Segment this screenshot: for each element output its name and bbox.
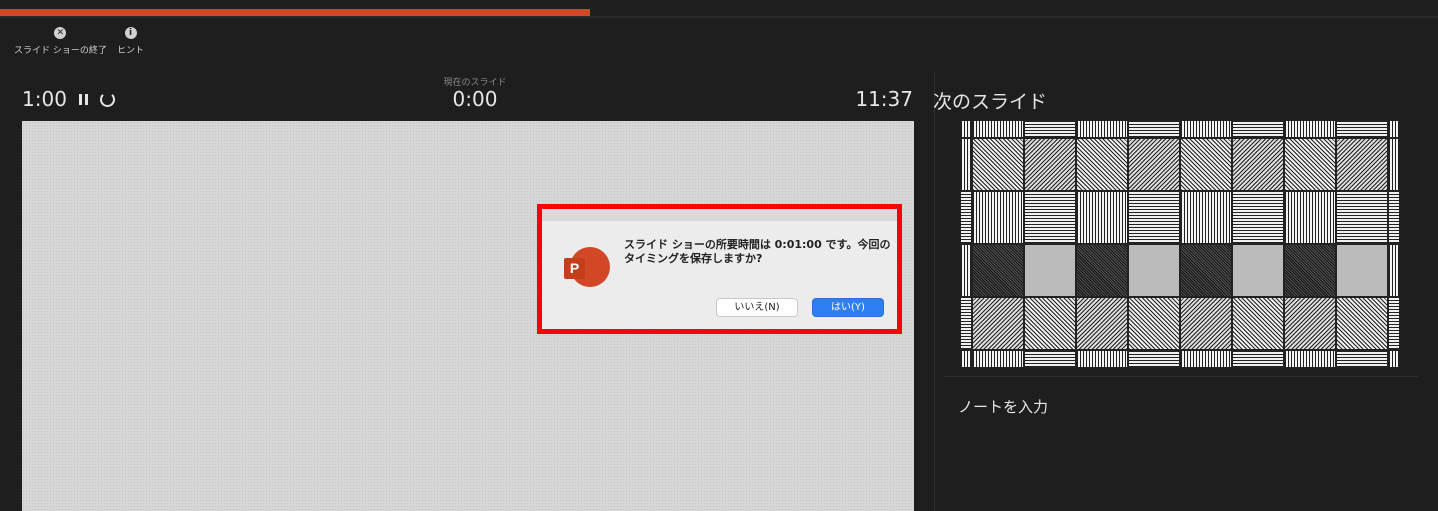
elapsed-timer: 1:00 — [22, 87, 115, 111]
next-slide-thumbnail[interactable] — [960, 120, 1400, 368]
toolbar-divider — [0, 16, 1438, 18]
close-circle-icon: ✕ — [54, 27, 67, 39]
powerpoint-app-icon: P — [564, 247, 610, 293]
panel-divider — [934, 72, 935, 511]
no-button[interactable]: いいえ(N) — [716, 298, 798, 317]
dialog-titlebar — [542, 209, 897, 221]
pause-icon[interactable] — [78, 91, 88, 107]
clock: 11:37 — [855, 87, 913, 111]
info-icon: i — [124, 27, 137, 39]
notes-input[interactable]: ノートを入力 — [958, 396, 1048, 417]
next-slide-pattern — [960, 120, 1400, 368]
end-slideshow-button[interactable]: ✕ スライド ショーの終了 — [14, 27, 107, 56]
current-slide-time: 0:00 — [452, 87, 498, 111]
hint-label: ヒント — [117, 46, 145, 56]
end-slideshow-label: スライド ショーの終了 — [14, 46, 107, 56]
hint-button[interactable]: i ヒント — [117, 27, 144, 56]
notes-divider — [944, 376, 1418, 377]
save-timing-dialog: P スライド ショーの所要時間は 0:01:00 です。今回のタイミングを保存し… — [537, 204, 902, 334]
app-icon-letter: P — [564, 258, 585, 279]
next-slide-title: 次のスライド — [933, 91, 1048, 113]
elapsed-time: 1:00 — [22, 87, 67, 111]
restart-icon[interactable] — [99, 91, 115, 107]
yes-button[interactable]: はい(Y) — [812, 298, 884, 317]
dialog-message: スライド ショーの所要時間は 0:01:00 です。今回のタイミングを保存します… — [624, 238, 891, 265]
